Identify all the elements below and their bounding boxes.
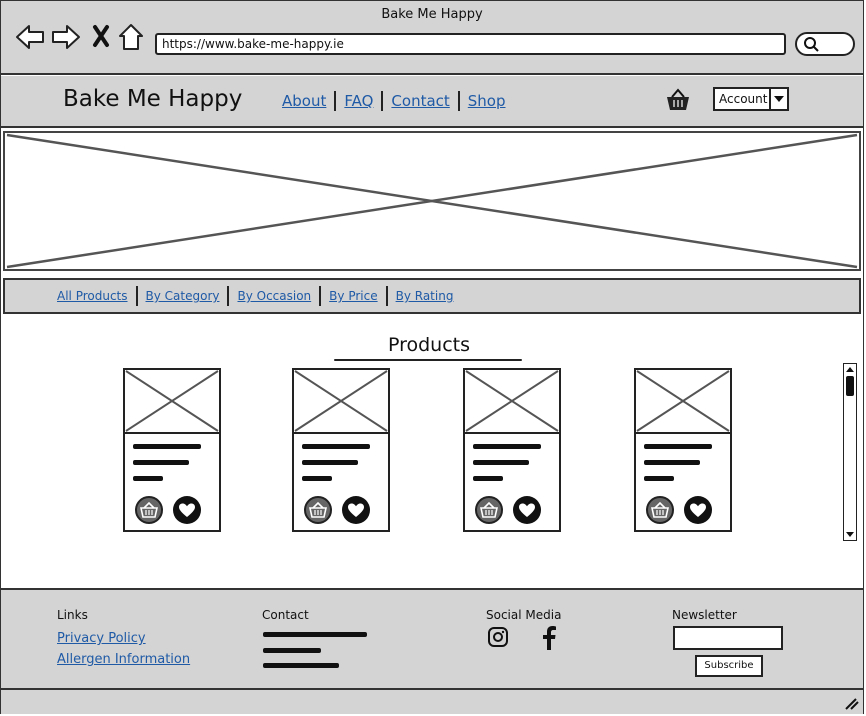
browser-chrome: Bake Me Happy https://www.bake-me-happy.… (1, 1, 863, 75)
back-arrow-icon[interactable] (15, 23, 45, 51)
product-filter-bar: All Products By Category By Occasion By … (3, 278, 861, 314)
add-to-basket-button[interactable] (475, 496, 503, 524)
products-heading: Products (387, 334, 471, 356)
filter-all-products[interactable]: All Products (57, 289, 128, 303)
product-image-placeholder (636, 370, 730, 434)
privacy-policy-link[interactable]: Privacy Policy (57, 631, 146, 646)
browser-search-field[interactable] (795, 32, 855, 56)
products-scrollbar[interactable] (843, 363, 857, 541)
filter-separator (227, 286, 230, 306)
search-icon (804, 37, 819, 52)
add-to-basket-button[interactable] (646, 496, 674, 524)
product-description-placeholder (133, 444, 213, 492)
chevron-down-icon (769, 89, 787, 109)
product-image-placeholder (294, 370, 388, 434)
filter-by-rating[interactable]: By Rating (396, 289, 454, 303)
nav-contact[interactable]: Contact (391, 92, 449, 110)
shopping-basket-icon[interactable] (665, 88, 691, 112)
site-footer: Links Privacy Policy Allergen Informatio… (1, 588, 863, 690)
product-description-placeholder (302, 444, 382, 492)
resize-grip-icon[interactable] (845, 698, 859, 710)
product-card[interactable] (463, 368, 561, 532)
stop-icon[interactable] (91, 23, 111, 49)
basket-icon (140, 501, 158, 518)
account-label: Account (719, 92, 768, 106)
scroll-up-icon[interactable] (844, 364, 856, 374)
favourite-button[interactable] (342, 496, 370, 524)
filter-separator (385, 286, 388, 306)
site-header: Bake Me Happy About FAQ Contact Shop Acc… (1, 76, 863, 128)
product-card[interactable] (634, 368, 732, 532)
scroll-thumb[interactable] (846, 376, 854, 396)
nav-about[interactable]: About (282, 92, 326, 110)
filter-by-occasion[interactable]: By Occasion (237, 289, 311, 303)
heart-icon (690, 503, 706, 517)
nav-separator (334, 91, 337, 111)
nav-separator (381, 91, 384, 111)
add-to-basket-button[interactable] (304, 496, 332, 524)
footer-contact-heading: Contact (262, 608, 309, 622)
product-image-placeholder (465, 370, 559, 434)
heart-icon (179, 503, 195, 517)
address-bar[interactable]: https://www.bake-me-happy.ie (155, 33, 786, 55)
main-nav: About FAQ Contact Shop (282, 91, 506, 111)
footer-links-heading: Links (57, 608, 88, 622)
window-title: Bake Me Happy (381, 7, 483, 22)
product-description-placeholder (644, 444, 724, 492)
basket-icon (651, 501, 669, 518)
facebook-icon[interactable] (541, 626, 557, 650)
forward-arrow-icon[interactable] (51, 23, 81, 51)
subscribe-button[interactable]: Subscribe (695, 655, 763, 677)
favourite-button[interactable] (173, 496, 201, 524)
product-card[interactable] (123, 368, 221, 532)
product-image-placeholder (125, 370, 219, 434)
filter-by-category[interactable]: By Category (146, 289, 220, 303)
basket-icon (309, 501, 327, 518)
heart-icon (348, 503, 364, 517)
favourite-button[interactable] (684, 496, 712, 524)
nav-separator (457, 91, 460, 111)
nav-faq[interactable]: FAQ (344, 92, 373, 110)
scroll-down-icon[interactable] (844, 530, 856, 540)
product-description-placeholder (473, 444, 553, 492)
site-logo-text[interactable]: Bake Me Happy (63, 86, 242, 112)
hero-image-placeholder (3, 131, 861, 271)
heart-icon (519, 503, 535, 517)
basket-icon (480, 501, 498, 518)
account-dropdown[interactable]: Account (713, 87, 789, 111)
product-card[interactable] (292, 368, 390, 532)
allergen-information-link[interactable]: Allergen Information (57, 652, 190, 667)
newsletter-email-input[interactable] (673, 626, 783, 650)
footer-social-heading: Social Media (486, 608, 562, 622)
instagram-icon[interactable] (487, 626, 509, 648)
filter-separator (135, 286, 138, 306)
footer-newsletter-heading: Newsletter (672, 608, 737, 622)
browser-status-bar (1, 690, 863, 714)
filter-separator (319, 286, 322, 306)
add-to-basket-button[interactable] (135, 496, 163, 524)
filter-by-price[interactable]: By Price (329, 289, 377, 303)
home-icon[interactable] (118, 23, 144, 51)
nav-shop[interactable]: Shop (468, 92, 506, 110)
heading-underline (334, 359, 522, 361)
favourite-button[interactable] (513, 496, 541, 524)
